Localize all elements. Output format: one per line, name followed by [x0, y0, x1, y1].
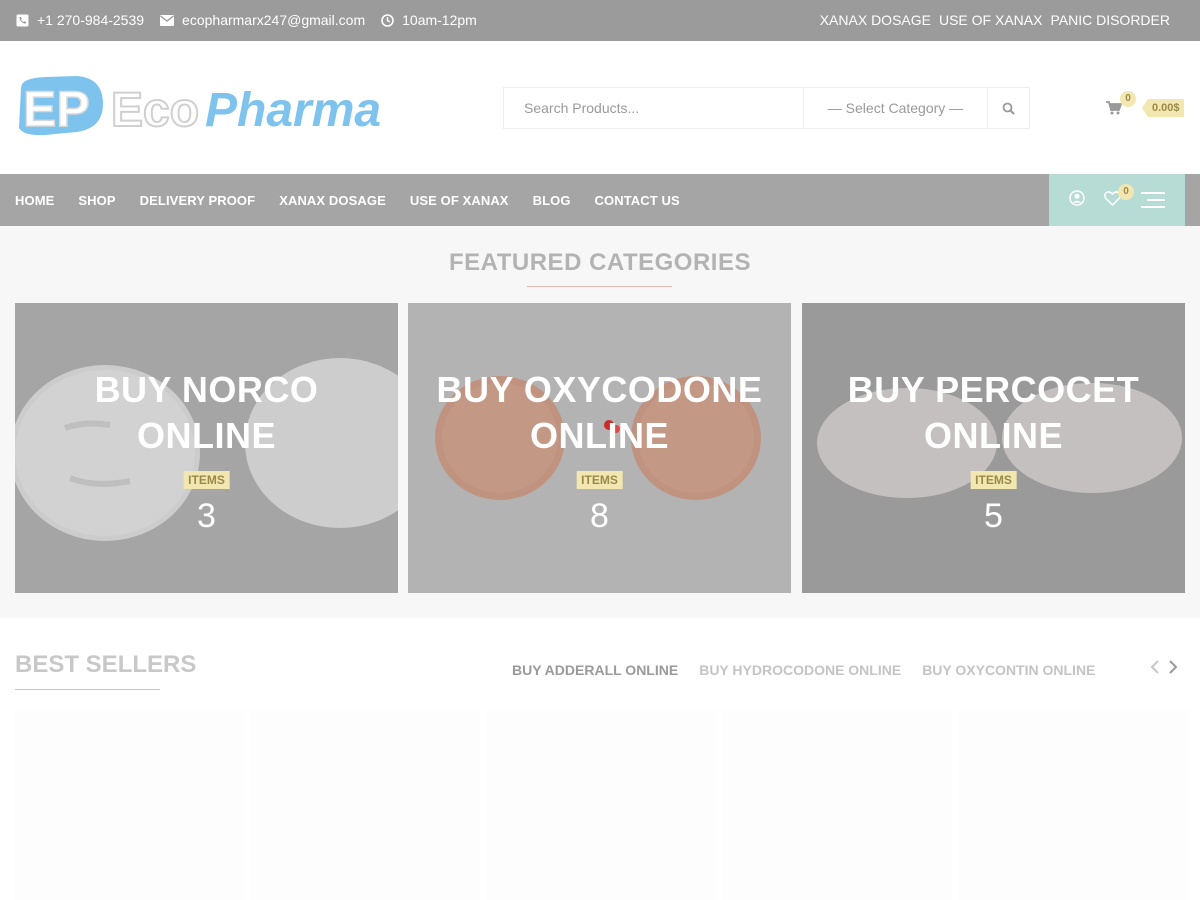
items-label: ITEMS	[970, 471, 1017, 489]
nav-account-area: 0	[1049, 174, 1185, 226]
nav-item-home[interactable]: HOME	[15, 193, 54, 208]
business-hours: 10am-12pm	[402, 12, 477, 28]
search-input[interactable]	[504, 88, 804, 128]
category-select-value: — Select Category —	[827, 100, 964, 116]
search-button[interactable]	[988, 88, 1029, 128]
product-placeholder	[251, 710, 480, 900]
tab-buy-adderall-online[interactable]: BUY ADDERALL ONLINE	[512, 662, 678, 678]
product-search: — Select Category —	[503, 87, 1030, 129]
search-icon	[1002, 102, 1015, 115]
carousel-arrows	[1150, 660, 1186, 679]
toplink-use-of-xanax[interactable]: USE OF XANAX	[939, 12, 1042, 28]
category-title: BUY NORCO ONLINE	[94, 369, 319, 456]
chevron-right-icon[interactable]	[1168, 660, 1178, 679]
phone-icon	[16, 14, 29, 26]
title-divider	[15, 689, 160, 690]
main-navigation: HOME SHOP DELIVERY PROOF XANAX DOSAGE US…	[0, 174, 1200, 226]
best-sellers-title: BEST SELLERS	[15, 651, 197, 678]
email-contact[interactable]: ecopharmarx247@gmail.com	[160, 12, 365, 28]
items-count: 5	[984, 497, 1003, 535]
best-sellers-products	[15, 710, 1200, 900]
product-placeholder	[959, 710, 1188, 900]
category-title: BUY PERCOCET ONLINE	[847, 369, 1140, 456]
clock-icon	[381, 13, 394, 27]
logo-eco: Eco	[111, 84, 199, 137]
product-placeholder	[487, 710, 716, 900]
envelope-icon	[160, 14, 175, 26]
shopping-cart-icon	[1106, 101, 1122, 115]
logo-letters: EP	[23, 81, 90, 137]
category-select[interactable]: — Select Category —	[804, 88, 988, 128]
nav-menu: HOME SHOP DELIVERY PROOF XANAX DOSAGE US…	[15, 174, 704, 226]
user-account-icon[interactable]	[1069, 190, 1085, 206]
top-bar: +1 270-984-2539 ecopharmarx247@gmail.com…	[0, 0, 1200, 41]
contact-info: +1 270-984-2539 ecopharmarx247@gmail.com…	[16, 12, 493, 28]
best-sellers-tabs: BUY ADDERALL ONLINE BUY HYDROCODONE ONLI…	[512, 662, 1116, 678]
items-label: ITEMS	[183, 471, 230, 489]
hamburger-menu-icon[interactable]	[1141, 192, 1165, 209]
items-label: ITEMS	[576, 471, 623, 489]
page: +1 270-984-2539 ecopharmarx247@gmail.com…	[0, 0, 1200, 900]
phone-number: +1 270-984-2539	[37, 12, 145, 28]
tab-buy-oxycontin-online[interactable]: BUY OXYCONTIN ONLINE	[922, 662, 1095, 678]
cart-count-badge: 0	[1120, 91, 1136, 107]
site-header: EP Eco Pharma — Select Category — 0 0.00…	[0, 41, 1200, 174]
items-count: 3	[197, 497, 216, 535]
wishlist-count-badge: 0	[1118, 184, 1134, 200]
category-card-percocet[interactable]: BUY PERCOCET ONLINE ITEMS 5	[802, 303, 1185, 593]
hours-info: 10am-12pm	[381, 12, 477, 28]
best-sellers-section: BEST SELLERS BUY ADDERALL ONLINE BUY HYD…	[0, 618, 1200, 900]
featured-categories-section: FEATURED CATEGORIES BUY NORCO ONLINE ITE…	[0, 226, 1200, 618]
email-address: ecopharmarx247@gmail.com	[182, 12, 366, 28]
nav-item-contact-us[interactable]: CONTACT US	[595, 193, 680, 208]
toplink-xanax-dosage[interactable]: XANAX DOSAGE	[820, 12, 931, 28]
cart-total: 0.00$	[1142, 99, 1184, 117]
chevron-left-icon[interactable]	[1150, 660, 1160, 679]
ecopharma-logo[interactable]: EP Eco Pharma	[15, 74, 430, 142]
nav-item-blog[interactable]: BLOG	[533, 193, 571, 208]
title-divider	[527, 286, 672, 287]
top-links: XANAX DOSAGE USE OF XANAX PANIC DISORDER	[812, 12, 1170, 28]
nav-item-shop[interactable]: SHOP	[78, 193, 115, 208]
nav-item-xanax-dosage[interactable]: XANAX DOSAGE	[279, 193, 386, 208]
items-count: 8	[590, 497, 609, 535]
tab-buy-hydrocodone-online[interactable]: BUY HYDROCODONE ONLINE	[699, 662, 901, 678]
nav-item-delivery-proof[interactable]: DELIVERY PROOF	[140, 193, 256, 208]
category-card-oxycodone[interactable]: BUY OXYCODONE ONLINE ITEMS 8	[408, 303, 791, 593]
nav-item-use-of-xanax[interactable]: USE OF XANAX	[410, 193, 509, 208]
logo-pharma: Pharma	[205, 84, 381, 137]
product-placeholder	[15, 710, 244, 900]
category-title: BUY OXYCODONE ONLINE	[436, 369, 763, 456]
product-placeholder	[723, 710, 952, 900]
toplink-panic-disorder[interactable]: PANIC DISORDER	[1050, 12, 1170, 28]
category-card-norco[interactable]: BUY NORCO ONLINE ITEMS 3	[15, 303, 398, 593]
mini-cart[interactable]: 0 0.00$	[1106, 91, 1186, 127]
phone-contact[interactable]: +1 270-984-2539	[16, 12, 144, 28]
featured-categories-title: FEATURED CATEGORIES	[449, 249, 751, 276]
